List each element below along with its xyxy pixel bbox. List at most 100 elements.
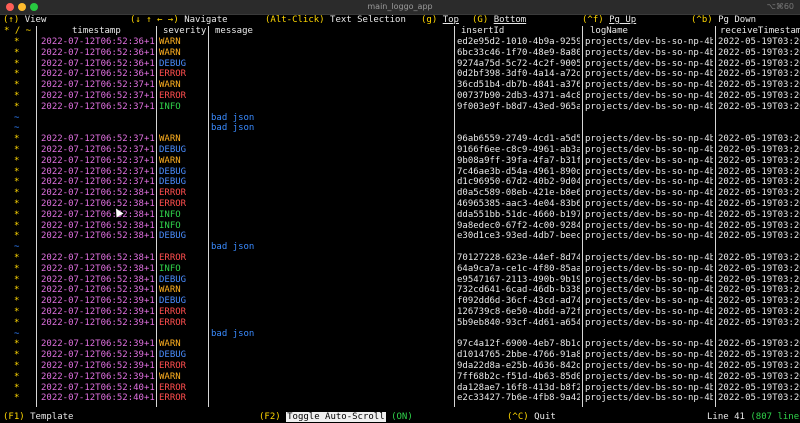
row-receivetimestamp: 2022-05-19T03:20: bbox=[718, 306, 800, 317]
row-marker: * bbox=[14, 317, 20, 328]
row-marker: * bbox=[14, 393, 20, 404]
row-marker: * bbox=[14, 198, 20, 209]
row-marker: * bbox=[14, 47, 20, 58]
column-header-timestamp[interactable]: timestamp bbox=[72, 26, 121, 36]
row-timestamp: 2022-07-12T06:52:40+1000 bbox=[41, 393, 155, 404]
table-row[interactable]: * 2022-07-12T06:52:40+1000 ERROR e2c33427-7… bbox=[0, 393, 800, 404]
hint-top[interactable]: (g) Top bbox=[421, 15, 459, 25]
table-row[interactable]: * 2022-07-12T06:52:38+1000 INFO 9a8edec0-67… bbox=[0, 221, 800, 232]
row-insertid: 0d2bf398-3df0-4a14-a72d-0 bbox=[457, 69, 580, 80]
template-label[interactable]: Template bbox=[30, 412, 73, 422]
quit-label[interactable]: Quit bbox=[534, 412, 556, 422]
row-marker: * bbox=[14, 80, 20, 91]
table-row[interactable]: * 2022-07-12T06:52:37+1000 DEBUG d1c96950-6… bbox=[0, 177, 800, 188]
row-severity: WARN bbox=[159, 37, 181, 47]
hint-page-up[interactable]: (^f) Pg Up bbox=[582, 15, 636, 25]
row-timestamp: 2022-07-12T06:52:38+1000 bbox=[41, 209, 155, 220]
column-header-severity[interactable]: severity bbox=[163, 26, 206, 36]
table-row[interactable]: * 2022-07-12T06:52:37+1000 INFO 9f003e9f-b8… bbox=[0, 102, 800, 113]
table-row[interactable]: ~ bad json bbox=[0, 329, 800, 340]
table-row[interactable]: * 2022-07-12T06:52:36+1000 WARN 6bc33c46-1f… bbox=[0, 48, 800, 59]
table-row[interactable]: * 2022-07-12T06:52:39+1000 ERROR 126739c8-6… bbox=[0, 307, 800, 318]
row-marker: ~ bbox=[14, 242, 20, 253]
row-severity: INFO bbox=[159, 209, 181, 220]
column-header-marker[interactable]: * / ~ bbox=[4, 26, 31, 36]
row-insertid: da128ae7-16f8-413d-b8f2-4 bbox=[457, 382, 580, 393]
hint-page-down[interactable]: (^b) Pg Down bbox=[691, 15, 756, 25]
footer-template[interactable]: (F1) Template bbox=[3, 412, 73, 422]
table-row[interactable]: * 2022-07-12T06:52:39+1000 DEBUG f092dd6d-3… bbox=[0, 296, 800, 307]
row-severity: DEBUG bbox=[159, 350, 187, 361]
row-severity: ERROR bbox=[159, 360, 187, 371]
table-row[interactable]: * 2022-07-12T06:52:40+1000 ERROR da128ae7-1… bbox=[0, 383, 800, 394]
row-logname: projects/dev-bs-so-np-4bb bbox=[585, 371, 713, 382]
bottom-label[interactable]: Bottom bbox=[494, 15, 527, 25]
row-logname: projects/dev-bs-so-np-4bb bbox=[585, 80, 713, 91]
table-row[interactable]: * 2022-07-12T06:52:37+1000 DEBUG 7c46ae3b-d… bbox=[0, 167, 800, 178]
table-row[interactable]: * 2022-07-12T06:52:39+1000 WARN 7ff68b2c-f5… bbox=[0, 372, 800, 383]
table-row[interactable]: * 2022-07-12T06:52:37+1000 WARN 36cd51b4-db… bbox=[0, 80, 800, 91]
row-insertid: 64a9ca7a-ce1c-4f80-85aa-c bbox=[457, 263, 580, 274]
row-severity: INFO bbox=[159, 220, 181, 231]
row-marker: * bbox=[14, 155, 20, 166]
row-logname: projects/dev-bs-so-np-4bb bbox=[585, 350, 713, 361]
table-row[interactable]: * 2022-07-12T06:52:39+1000 WARN 97c4a12f-69… bbox=[0, 339, 800, 350]
row-logname: projects/dev-bs-so-np-4bb bbox=[585, 285, 713, 296]
table-row[interactable]: * 2022-07-12T06:52:38+1000 DEBUG e9547167-2… bbox=[0, 275, 800, 286]
column-header-receivetimestamp[interactable]: receiveTimestamp bbox=[720, 26, 800, 36]
table-row[interactable]: * 2022-07-12T06:52:39+1000 WARN 732cd641-6c… bbox=[0, 285, 800, 296]
row-marker: * bbox=[14, 209, 20, 220]
table-row[interactable]: * 2022-07-12T06:52:39+1000 ERROR 5b9eb840-9… bbox=[0, 318, 800, 329]
table-row[interactable]: * 2022-07-12T06:52:39+1000 DEBUG d1014765-2… bbox=[0, 350, 800, 361]
navigate-label: Navigate bbox=[184, 15, 228, 25]
table-row[interactable]: * 2022-07-12T06:52:36+1000 ERROR 0d2bf398-3… bbox=[0, 69, 800, 80]
table-row[interactable]: ~ bad json bbox=[0, 242, 800, 253]
pgup-label[interactable]: Pg Up bbox=[609, 15, 636, 25]
row-receivetimestamp: 2022-05-19T03:20: bbox=[718, 58, 800, 69]
row-severity: DEBUG bbox=[159, 177, 187, 188]
table-row[interactable]: * 2022-07-12T06:52:36+1000 DEBUG 9274a75d-5… bbox=[0, 59, 800, 70]
table-row[interactable]: * 2022-07-12T06:52:38+1000 DEBUG e30d1ce3-9… bbox=[0, 231, 800, 242]
footer-line-status: Line 41 (807 lines) bbox=[707, 412, 800, 422]
table-row[interactable]: * 2022-07-12T06:52:37+1000 WARN 96ab6559-27… bbox=[0, 134, 800, 145]
row-logname: projects/dev-bs-so-np-4bb bbox=[585, 220, 713, 231]
select-label: Text Selection bbox=[330, 15, 406, 25]
row-timestamp: 2022-07-12T06:52:37+1000 bbox=[41, 80, 155, 91]
table-row[interactable]: ~ bad json bbox=[0, 113, 800, 124]
row-receivetimestamp: 2022-05-19T03:20: bbox=[718, 317, 800, 328]
row-logname: projects/dev-bs-so-np-4bb bbox=[585, 274, 713, 285]
hint-bottom[interactable]: (G) Bottom bbox=[472, 15, 526, 25]
autoscroll-state: (ON) bbox=[391, 412, 413, 422]
table-row[interactable]: ~ bad json bbox=[0, 123, 800, 134]
footer-quit[interactable]: (^C) Quit bbox=[507, 412, 556, 422]
table-row[interactable]: * 2022-07-12T06:52:37+1000 WARN 9b08a9ff-39… bbox=[0, 156, 800, 167]
pgdown-label[interactable]: Pg Down bbox=[718, 15, 756, 25]
log-table[interactable]: * 2022-07-12T06:52:36+1000 WARN ed2e95d2-10… bbox=[0, 37, 800, 404]
column-header-logname[interactable]: logName bbox=[590, 26, 628, 36]
top-label[interactable]: Top bbox=[443, 15, 459, 25]
table-row[interactable]: * 2022-07-12T06:52:38+1000 ERROR d0a5c589-0… bbox=[0, 188, 800, 199]
column-header-insertid[interactable]: insertId bbox=[461, 26, 504, 36]
table-row[interactable]: * 2022-07-12T06:52:39+1000 ERROR 9da22d8a-e… bbox=[0, 361, 800, 372]
row-insertid: 9b08a9ff-39fa-4fa7-b31f-3 bbox=[457, 155, 580, 166]
row-insertid: 9166f6ee-c8c9-4961-ab3a-1 bbox=[457, 144, 580, 155]
row-logname: projects/dev-bs-so-np-4bb bbox=[585, 69, 713, 80]
row-receivetimestamp: 2022-05-19T03:20: bbox=[718, 382, 800, 393]
row-marker: * bbox=[14, 263, 20, 274]
table-row[interactable]: * 2022-07-12T06:52:37+1000 DEBUG 9166f6ee-c… bbox=[0, 145, 800, 156]
row-insertid: 126739c8-6e50-4bdd-a72f-6 bbox=[457, 306, 580, 317]
row-logname: projects/dev-bs-so-np-4bb bbox=[585, 37, 713, 47]
autoscroll-toggle-button[interactable]: Toggle Auto-Scroll bbox=[286, 412, 386, 422]
window-title: main_loggo_app bbox=[367, 2, 433, 11]
table-row[interactable]: * 2022-07-12T06:52:38+1000 ERROR 70127228-6… bbox=[0, 253, 800, 264]
row-insertid: d0a5c589-08eb-421e-b8e6-7 bbox=[457, 188, 580, 199]
footer-autoscroll[interactable]: (F2) Toggle Auto-Scroll (ON) bbox=[259, 412, 413, 422]
table-row[interactable]: * 2022-07-12T06:52:38+1000 INFO 64a9ca7a-ce… bbox=[0, 264, 800, 275]
table-row[interactable]: * 2022-07-12T06:52:36+1000 WARN ed2e95d2-10… bbox=[0, 37, 800, 48]
table-row[interactable]: * 2022-07-12T06:52:37+1000 ERROR 00737b90-2… bbox=[0, 91, 800, 102]
column-header-message[interactable]: message bbox=[215, 26, 253, 36]
title-bar: main_loggo_app ⌥⌘60 bbox=[0, 0, 800, 15]
row-insertid: e9547167-2113-490b-9b19-6 bbox=[457, 274, 580, 285]
row-receivetimestamp: 2022-05-19T03:20: bbox=[718, 47, 800, 58]
row-insertid: 9da22d8a-e25b-4636-842d-a bbox=[457, 360, 580, 371]
